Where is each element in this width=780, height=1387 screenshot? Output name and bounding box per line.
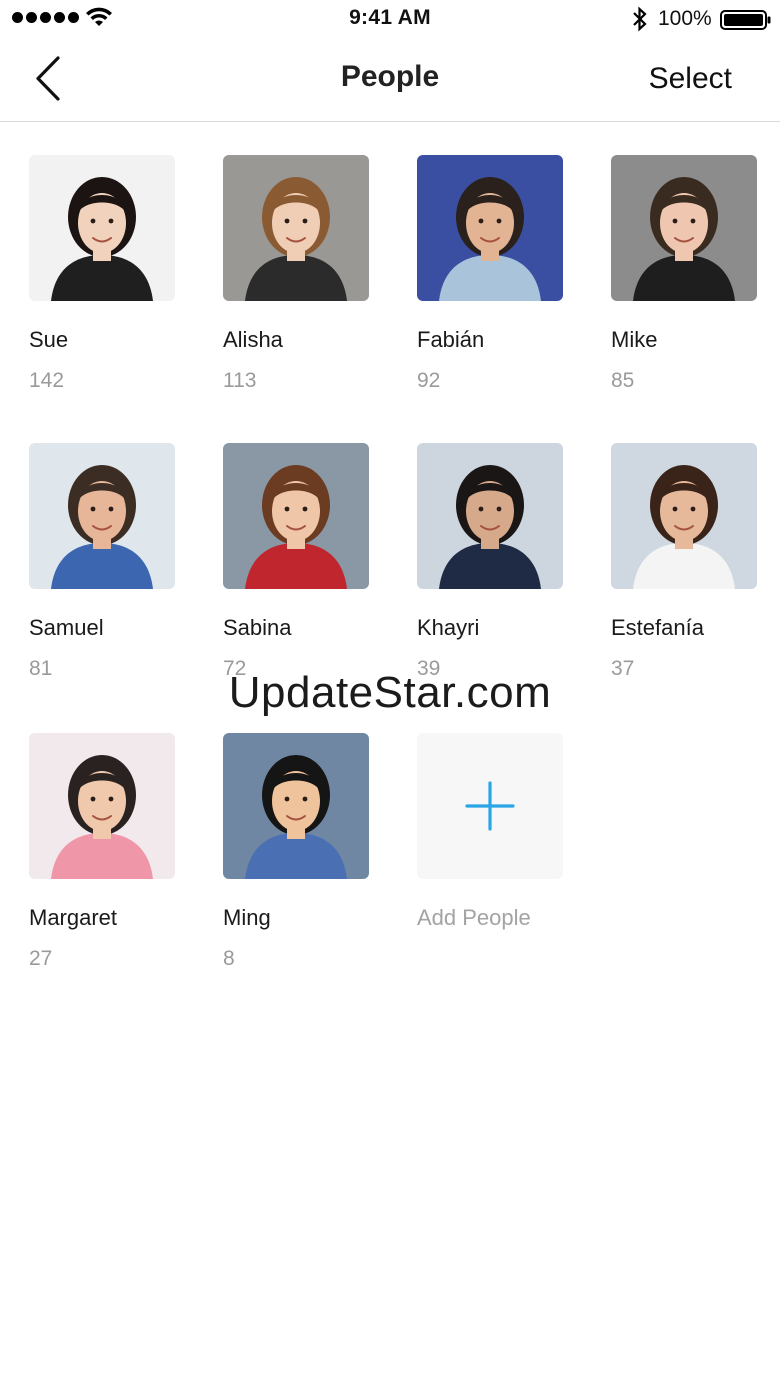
add-people-label: Add People: [417, 905, 531, 930]
person-card[interactable]: Ming 8: [223, 733, 383, 971]
photo-count: 27: [29, 947, 53, 970]
photo-count: 142: [29, 369, 65, 392]
person-card[interactable]: Sue 142: [29, 155, 189, 393]
person-card[interactable]: Sabina 72: [223, 443, 383, 681]
watermark-text: UpdateStar.com: [228, 668, 552, 717]
photo-count: 113: [223, 369, 257, 392]
person-name: Margaret: [29, 905, 118, 930]
person-card[interactable]: Margaret 27: [29, 733, 189, 971]
person-card[interactable]: Alisha 113: [223, 155, 383, 393]
person-name: Estefanía: [611, 615, 704, 640]
person-photo[interactable]: [417, 155, 563, 301]
people-screen: 9:41 AM 100% People Select Sue 142 Alisha 1…: [0, 0, 780, 1387]
person-photo[interactable]: [223, 443, 369, 589]
navigation-bar: People Select: [0, 40, 780, 122]
photo-count: 85: [611, 369, 635, 392]
person-photo[interactable]: [223, 733, 369, 879]
person-photo[interactable]: [611, 443, 757, 589]
person-photo[interactable]: [29, 155, 175, 301]
person-card[interactable]: Estefanía 37: [611, 443, 771, 681]
person-card[interactable]: Mike 85: [611, 155, 771, 393]
person-name: Khayri: [417, 615, 480, 640]
person-name: Mike: [611, 327, 658, 352]
plus-icon: [465, 781, 515, 831]
person-photo[interactable]: [417, 443, 563, 589]
photo-count: 8: [223, 947, 235, 970]
person-card[interactable]: Samuel 81: [29, 443, 189, 681]
select-button[interactable]: Select: [649, 62, 732, 96]
add-people-tile[interactable]: [417, 733, 563, 879]
photo-count: 92: [417, 369, 441, 392]
person-name: Sabina: [223, 615, 292, 640]
person-name: Sue: [29, 327, 69, 352]
person-photo[interactable]: [29, 733, 175, 879]
person-card[interactable]: Khayri 39: [417, 443, 577, 681]
person-photo[interactable]: [611, 155, 757, 301]
person-photo[interactable]: [29, 443, 175, 589]
add-people-button[interactable]: Add People: [417, 733, 577, 931]
battery-percentage: 100%: [658, 7, 712, 30]
person-card[interactable]: Fabián 92: [417, 155, 577, 393]
person-photo[interactable]: [223, 155, 369, 301]
bluetooth-icon: [633, 6, 647, 32]
person-name: Alisha: [223, 327, 283, 352]
person-name: Samuel: [29, 615, 104, 640]
status-bar: 9:41 AM 100%: [0, 0, 780, 40]
person-name: Ming: [223, 905, 271, 930]
person-name: Fabián: [417, 327, 485, 352]
battery-icon: [720, 10, 771, 30]
